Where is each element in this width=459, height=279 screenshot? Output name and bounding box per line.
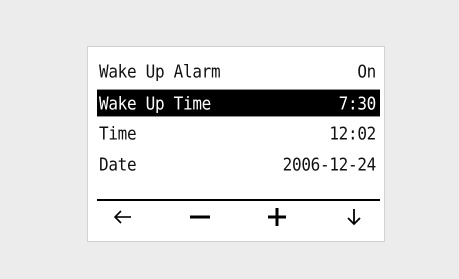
menu-item-wake-up-time[interactable]: Wake Up Time 7:30 [97,89,380,117]
minus-icon [190,215,210,219]
decrement-softkey[interactable] [182,205,218,229]
back-softkey[interactable] [105,205,141,229]
menu-item-label: Wake Up Time [99,92,211,114]
menu-item-time[interactable]: Time 12:02 [97,120,380,147]
menu-item-date[interactable]: Date 2006-12-24 [97,151,380,178]
down-softkey[interactable] [336,205,372,229]
back-arrow-icon [113,210,131,224]
menu-item-value: 12:02 [329,122,376,144]
down-arrow-icon [347,209,361,226]
device-screen: Wake Up Alarm On Wake Up Time 7:30 Time … [87,46,385,242]
menu-item-label: Time [99,122,137,144]
plus-icon [268,208,286,226]
increment-softkey[interactable] [259,205,295,229]
softkey-bar [97,205,380,229]
menu-item-label: Date [99,153,137,175]
menu-item-value: 7:30 [338,92,377,114]
menu-item-wake-up-alarm[interactable]: Wake Up Alarm On [97,58,380,85]
menu-item-value: On [357,60,376,82]
softkey-divider [97,199,380,201]
menu-item-value: 2006-12-24 [282,153,377,175]
menu-item-label: Wake Up Alarm [99,60,221,82]
